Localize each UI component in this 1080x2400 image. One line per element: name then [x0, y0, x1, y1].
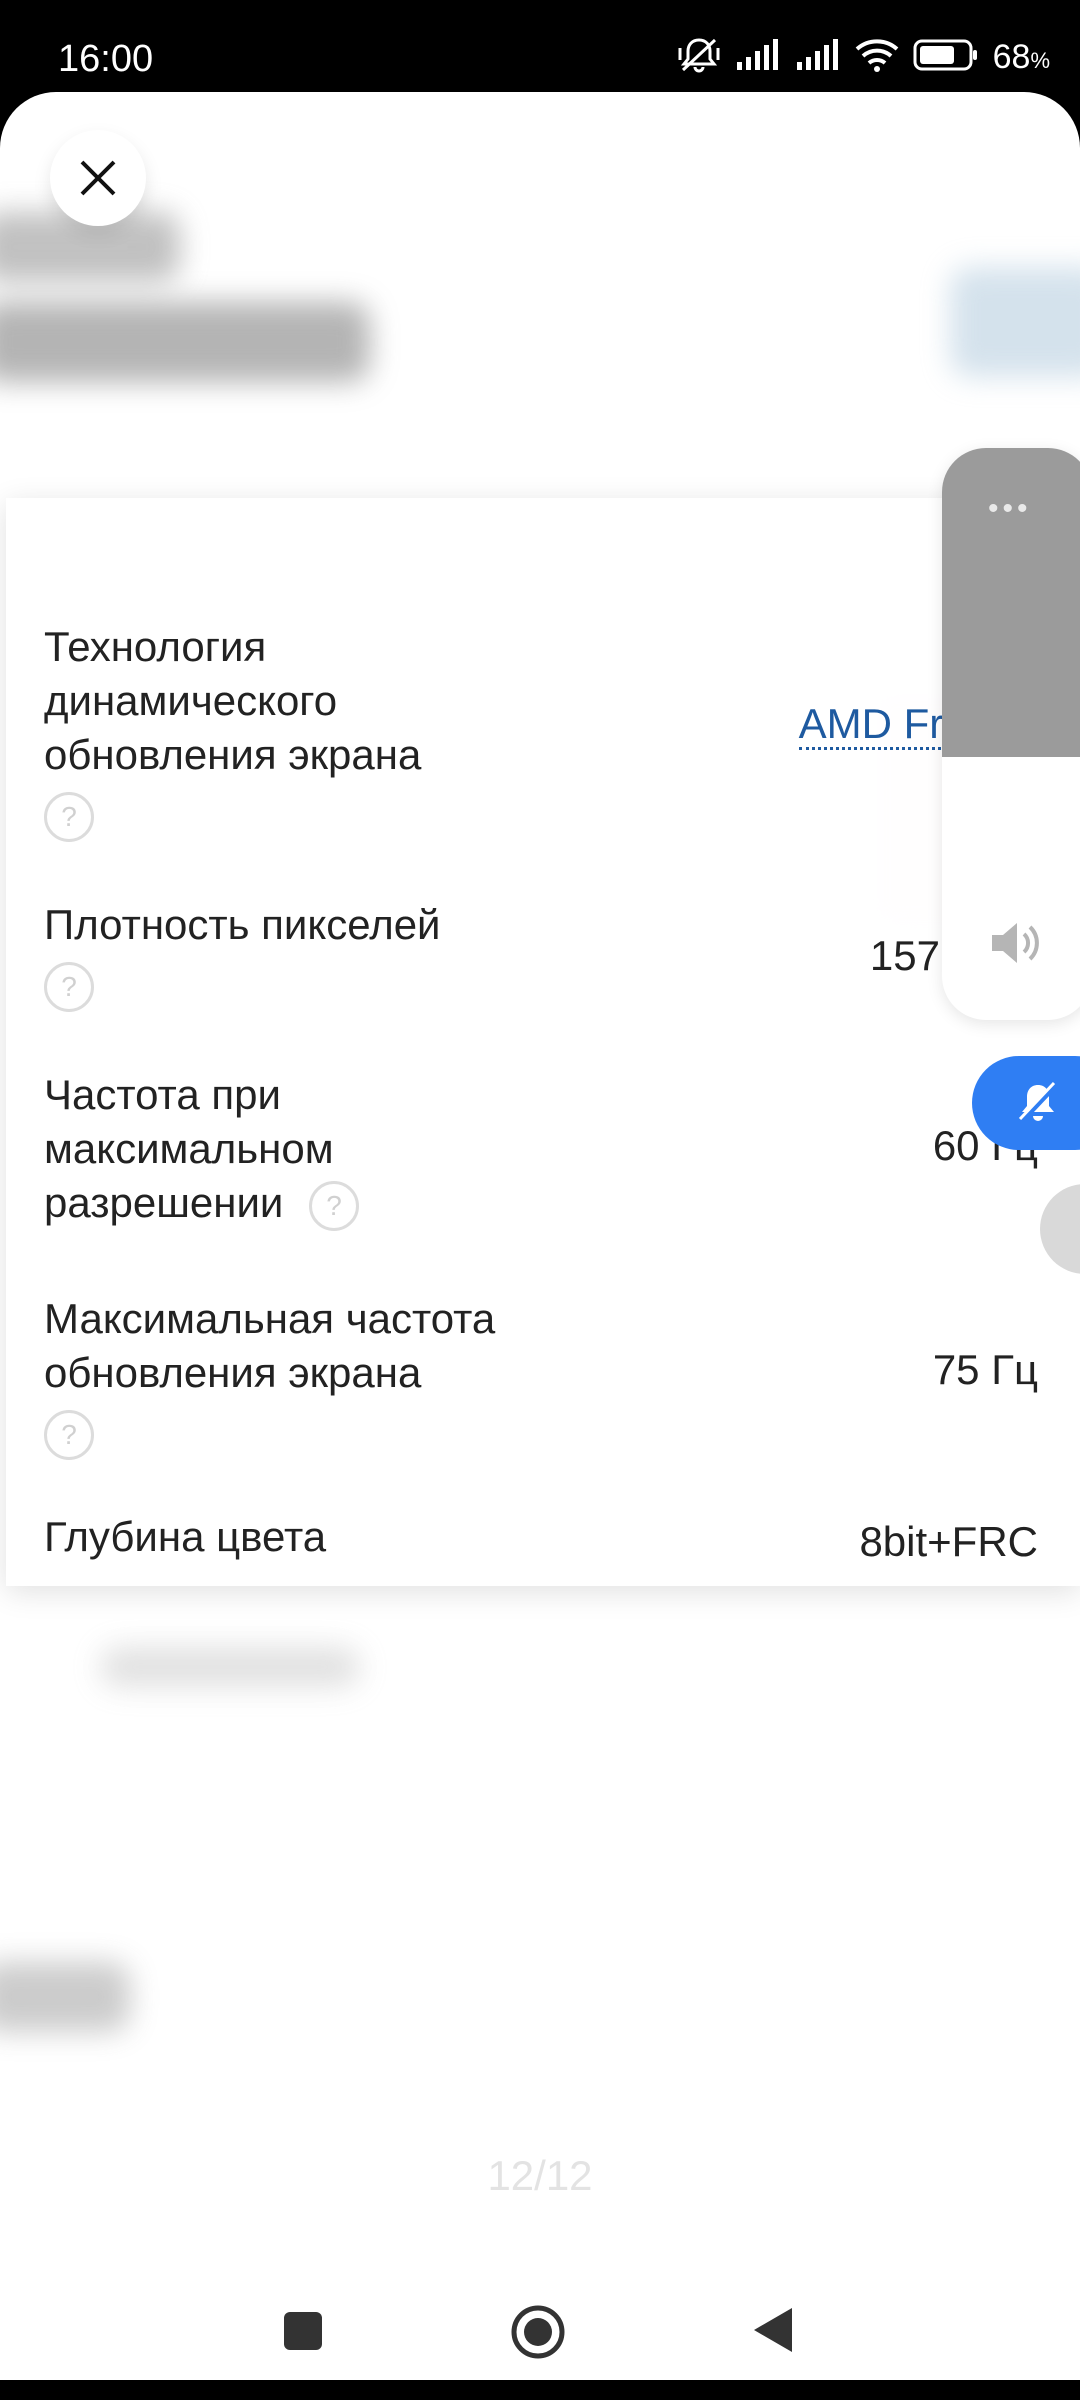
help-icon[interactable]: ? [309, 1180, 360, 1231]
image-pager-counter: 12/12 [487, 2152, 593, 2199]
status-time: 16:00 [58, 38, 154, 80]
spec-row: Глубина цвета 8bit+FRC [6, 1510, 1080, 1580]
spec-value: 157 [869, 932, 940, 979]
triangle-back-icon[interactable] [752, 2306, 794, 2359]
spec-row: Максимальная частота обновления экрана ?… [6, 1292, 1080, 1462]
bottom-edge [0, 2380, 1080, 2400]
speaker-icon [988, 918, 1046, 973]
volume-slider[interactable]: ••• [942, 448, 1080, 1020]
signal-icon [735, 38, 781, 77]
signal-icon-2 [795, 38, 841, 77]
status-icons: 68% [677, 36, 1050, 79]
spec-label: Частота при максимальном разрешении ? [44, 1068, 414, 1231]
blurred-background-price [0, 1962, 130, 2032]
navigation-bar [0, 2280, 1080, 2380]
mute-toggle-button[interactable] [972, 1056, 1080, 1150]
spec-row: Частота при максимальном разрешении ? 60… [6, 1068, 1080, 1248]
battery-percent: 68% [992, 38, 1050, 76]
spec-value: 75 Гц [932, 1346, 1038, 1393]
spec-row: Плотность пикселей ? 157 [6, 898, 1080, 1038]
spec-label: Плотность пикселей ? [44, 898, 564, 1012]
blurred-background-button [950, 267, 1080, 377]
spec-row: Технология динамического обновления экра… [6, 620, 1080, 850]
circle-icon[interactable] [510, 2304, 566, 2365]
spec-value: 8bit+FRC [859, 1518, 1038, 1565]
help-icon[interactable]: ? [44, 962, 94, 1012]
help-icon[interactable]: ? [44, 792, 94, 842]
wifi-icon [855, 37, 899, 78]
spec-label: Технология динамического обновления экра… [44, 620, 504, 842]
spec-label: Максимальная частота обновления экрана ? [44, 1292, 604, 1460]
silent-mode-icon [677, 36, 721, 79]
status-bar: 16:00 68% [0, 0, 1080, 92]
more-icon[interactable]: ••• [988, 492, 1032, 526]
bell-off-icon [1018, 1081, 1058, 1123]
square-icon[interactable] [282, 2310, 324, 2357]
help-icon[interactable]: ? [44, 1410, 94, 1460]
close-button[interactable] [50, 130, 146, 226]
close-icon [80, 160, 116, 196]
battery-icon [913, 38, 979, 77]
specs-tooltip-card: Технология динамического обновления экра… [6, 498, 1080, 1586]
spec-label: Глубина цвета [44, 1513, 327, 1560]
blurred-background-text-2 [100, 1647, 360, 1687]
blurred-background-title [0, 302, 370, 382]
